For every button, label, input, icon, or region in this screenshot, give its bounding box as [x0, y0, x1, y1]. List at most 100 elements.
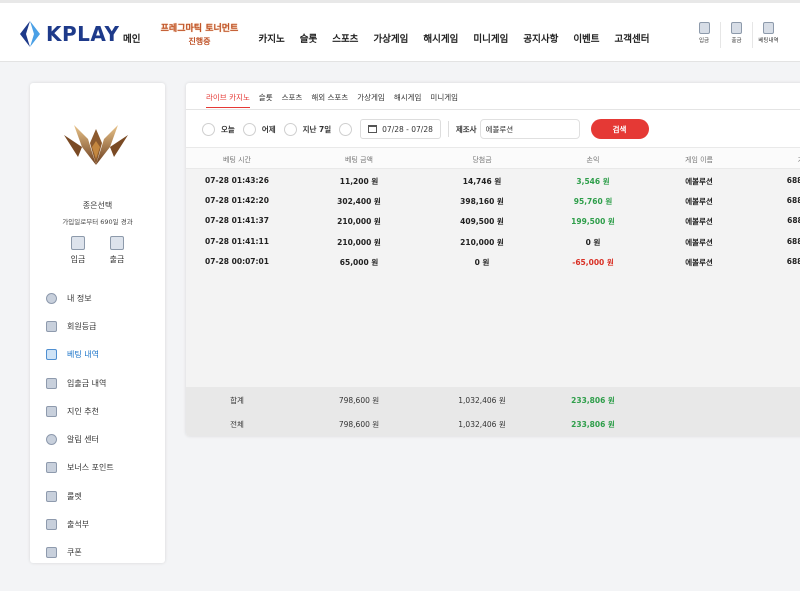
table-body: 07-28 01:43:26 11,200 원 14,746 원 3,546 원 에볼루…	[186, 169, 800, 387]
cell-bet: 302,400 원	[337, 197, 381, 207]
sidebar-item-label: 출석부	[67, 520, 90, 530]
nav-virtual[interactable]: 가상게임	[373, 31, 408, 45]
sidebar-item-label: 입출금 내역	[67, 378, 107, 388]
filter-yesterday-label: 어제	[261, 124, 276, 134]
cell-win: 0 원	[474, 257, 490, 267]
table-row: 07-28 00:07:01 65,000 원 0 원 -65,000 원 에볼루션 68…	[186, 252, 800, 272]
cell-time: 07-28 01:41:11	[205, 236, 269, 246]
sidebar-item-attendance[interactable]: 출석부	[46, 510, 161, 538]
tab-4[interactable]: 가상게임	[357, 92, 385, 108]
sidebar-item-roulette[interactable]: 룰렛	[46, 482, 161, 510]
header-withdraw-button[interactable]: 출금	[720, 22, 752, 48]
table-row: 07-28 01:41:11 210,000 원 210,000 원 0 원 에볼루션 6…	[186, 232, 800, 252]
nav-notice[interactable]: 공지사항	[523, 31, 558, 45]
nav-event[interactable]: 이벤트	[573, 31, 599, 45]
sidebar-item-bell[interactable]: 알림 센터	[46, 425, 161, 453]
user-icon	[46, 292, 57, 304]
cell-game: 에볼루션	[685, 177, 713, 186]
cell-bet: 11,200 원	[339, 177, 379, 186]
sidebar-item-coupon[interactable]: 쿠폰	[46, 539, 161, 567]
nav-mini[interactable]: 미니게임	[473, 31, 508, 45]
header-betting-button[interactable]: 베팅내역	[752, 22, 784, 48]
vendor-select-value: 에볼루션	[485, 124, 514, 134]
sidebar-item-referral[interactable]: 지인 추천	[46, 397, 161, 425]
cell-id: 688656e	[786, 196, 800, 206]
tab-6[interactable]: 미니게임	[430, 92, 458, 108]
sidebar-withdraw-button[interactable]: 출금	[102, 236, 132, 265]
roulette-icon	[46, 490, 57, 502]
sidebar-item-betting-history[interactable]: 베팅 내역	[46, 341, 161, 369]
sidebar-withdraw-label: 출금	[109, 255, 125, 264]
nav-promo-tournament[interactable]: 프레그마틱 토너먼트 진행중	[155, 21, 243, 47]
bell-icon	[46, 434, 57, 446]
cell-time: 07-28 00:07:01	[205, 256, 269, 266]
cell-win: 210,000 원	[460, 237, 504, 247]
cell-pnl: 95,760 원	[573, 197, 613, 207]
header-deposit-label: 입금	[698, 38, 710, 44]
nav-support[interactable]: 고객센터	[615, 31, 650, 45]
filter-yesterday-radio[interactable]: 어제	[242, 122, 276, 136]
date-range-picker[interactable]: 07/28 - 07/28	[360, 119, 441, 139]
tab-3[interactable]: 해외 스포츠	[311, 92, 348, 108]
vendor-select[interactable]: 에볼루션	[479, 119, 580, 139]
radio-circle	[202, 122, 215, 136]
cell-win: 409,500 원	[460, 217, 504, 227]
cell-bet: 210,000 원	[337, 237, 381, 247]
search-button[interactable]: 검색	[590, 119, 649, 139]
radio-circle	[242, 122, 256, 136]
referral-icon	[46, 405, 57, 417]
bonus-icon	[46, 462, 57, 474]
kplay-logo[interactable]: KPLAY	[18, 19, 119, 49]
header-quick-icons: 입금 출금 베팅내역	[688, 22, 784, 48]
cell-pnl: 3,546 원	[576, 177, 610, 186]
sidebar-item-label: 회원등급	[67, 321, 97, 331]
withdraw-icon	[110, 236, 124, 250]
tab-2[interactable]: 스포츠	[282, 92, 303, 108]
summary-bet: 798,600 원	[338, 420, 380, 429]
header-withdraw-label: 출금	[731, 38, 742, 44]
sidebar-item-grade[interactable]: 회원등급	[46, 312, 161, 340]
sidebar-item-label: 쿠폰	[67, 548, 82, 558]
sidebar-item-label: 룰렛	[67, 491, 82, 501]
sidebar-item-transaction[interactable]: 입출금 내역	[46, 369, 161, 397]
radio-circle	[283, 122, 297, 136]
column-header: 베팅 금액	[345, 156, 373, 164]
cell-id: 6886572	[786, 176, 800, 185]
calendar-icon	[368, 125, 378, 133]
table-footer: 합계 798,600 원 1,032,406 원 233,806 원 전체 798,600…	[186, 387, 800, 436]
tab-5[interactable]: 해시게임	[394, 92, 422, 108]
table-row: 07-28 01:41:37 210,000 원 409,500 원 199,500 …	[186, 211, 800, 231]
rank-emblem-icon	[64, 125, 128, 165]
cell-id: 6886409	[786, 256, 800, 266]
sidebar-item-bonus[interactable]: 보너스 포인트	[46, 454, 161, 482]
filter-today-radio[interactable]: 오늘	[202, 122, 235, 136]
filter-last7-radio[interactable]: 지난 7일	[283, 122, 331, 136]
nav-main[interactable]: 메인	[123, 31, 140, 45]
sidebar-item-user[interactable]: 내 정보	[46, 284, 161, 312]
summary-bet: 798,600 원	[338, 396, 380, 405]
summary-pnl: 233,806 원	[571, 396, 615, 405]
cell-time: 07-28 01:41:37	[205, 216, 269, 226]
nav-casino[interactable]: 카지노	[258, 31, 284, 45]
summary-row: 전체 798,600 원 1,032,406 원 233,806 원	[186, 414, 800, 434]
nav-slot[interactable]: 슬롯	[300, 31, 317, 45]
tab-1[interactable]: 슬롯	[259, 92, 273, 108]
header-deposit-button[interactable]: 입금	[688, 22, 720, 48]
nav-sports[interactable]: 스포츠	[332, 31, 358, 45]
main-nav: 메인 프레그마틱 토너먼트 진행중 카지노 슬롯 스포츠 가상게임 해시게임 미…	[123, 24, 665, 51]
logo-text: KPLAY	[46, 22, 120, 46]
promo-status: 진행중	[188, 37, 211, 46]
sidebar-deposit-button[interactable]: 입금	[63, 236, 93, 265]
table-header: 베팅 시간베팅 금액당첨금손익게임 이름거	[186, 147, 800, 169]
summary-label: 전체	[230, 420, 244, 429]
tab-0[interactable]: 라이브 카지노	[206, 92, 250, 108]
tab-divider	[186, 109, 800, 110]
summary-win: 1,032,406 원	[458, 396, 506, 405]
filter-custom-radio[interactable]	[339, 122, 358, 136]
nav-hash[interactable]: 해시게임	[423, 31, 458, 45]
sidebar-deposit-label: 입금	[70, 255, 86, 264]
game-tabs: 라이브 카지노 슬롯 스포츠 해외 스포츠 가상게임 해시게임 미니게임	[206, 92, 467, 108]
cell-game: 에볼루션	[685, 237, 713, 247]
user-membership-days: 가입일로부터 690일 경과	[62, 218, 133, 226]
betting-history-icon	[46, 349, 57, 361]
